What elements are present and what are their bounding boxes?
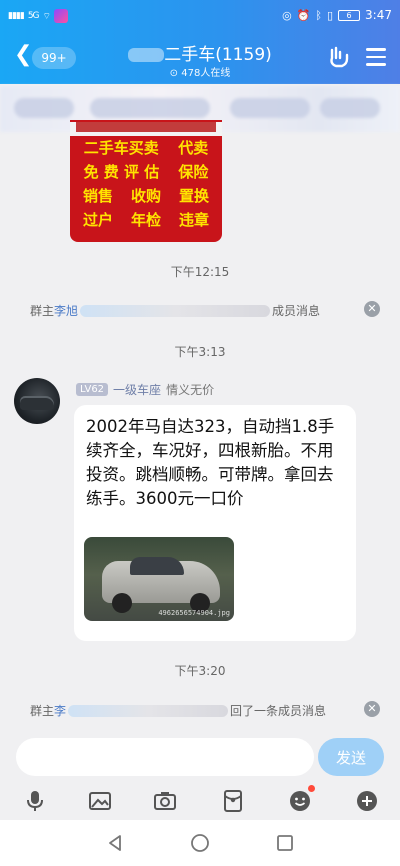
message-input[interactable]	[16, 738, 314, 776]
system-navigation-bar	[0, 820, 400, 866]
poster-text: 保险	[178, 163, 209, 181]
message-text: 2002年马自达323，自动挡1.8手续齐全，车况好，四根新胎。不用投资。跳档顺…	[86, 417, 335, 508]
poster-text: 销售	[82, 187, 113, 205]
photo-stamp: 4962656574904.jpg	[158, 609, 230, 617]
group-owner-name[interactable]: 李旭	[54, 302, 78, 319]
car-window	[130, 557, 184, 575]
wifi-icon: ⌔	[42, 11, 52, 22]
poster-text: 过户	[82, 211, 113, 229]
ad-poster-image[interactable]: 二手车买卖 代卖 免 费 评 估 保险 销售 收购 置换 过户 年检 违章	[70, 120, 222, 242]
chat-title: 二手车(1159)	[100, 40, 300, 65]
chat-title-text: 二手车(1159)	[164, 45, 272, 65]
eye-comfort-icon: ◎	[282, 8, 292, 22]
poster-text: 免 费 评 估	[83, 163, 160, 181]
battery-icon: 6	[338, 9, 361, 21]
bluetooth-icon: ᛒ	[315, 8, 322, 22]
poster-text: 代卖	[178, 139, 209, 157]
nav-recents-icon[interactable]	[274, 832, 296, 854]
sys-msg-prefix: 群主	[30, 704, 55, 718]
plus-icon[interactable]	[354, 788, 380, 814]
app-notification-icon	[53, 9, 68, 23]
poster-top-strip	[70, 122, 222, 136]
redacted-text	[80, 304, 271, 317]
poster-text: 年检	[130, 211, 161, 229]
sender-info: LV62 一级车座 情义无价	[76, 381, 214, 398]
level-badge: LV62	[76, 383, 109, 396]
vibrate-icon: ▯	[326, 8, 334, 22]
menu-icon[interactable]	[366, 48, 386, 66]
poster-text: 违章	[178, 211, 209, 229]
input-toolbar	[0, 782, 400, 820]
car-wheel	[112, 593, 132, 613]
emoji-icon[interactable]	[287, 785, 315, 814]
avatar[interactable]	[14, 378, 60, 424]
online-count: ⊙ 478人在线	[100, 64, 300, 79]
nav-home-icon[interactable]	[189, 832, 211, 854]
poster-text: 置换	[178, 187, 209, 205]
message-bubble[interactable]: 2002年马自达323，自动挡1.8手续齐全，车况好，四根新胎。不用投资。跳档顺…	[74, 405, 356, 641]
timestamp-label: 下午3:13	[174, 345, 226, 359]
timestamp-label: 下午3:20	[174, 664, 226, 678]
hand-gesture-icon[interactable]	[326, 44, 352, 70]
close-icon[interactable]: ✕	[364, 301, 380, 317]
group-owner-name[interactable]: 李	[54, 702, 66, 719]
redacted-text	[68, 704, 229, 717]
poster-text: 二手车买卖	[83, 139, 159, 157]
title-blurred-prefix	[128, 48, 165, 62]
poster-row: 二手车买卖 代卖	[70, 136, 222, 160]
nav-back-icon[interactable]	[104, 832, 126, 854]
status-bar: ▮▮▮▮ 5G ⌔ ◎ ⏰ ᛒ ▯ 6 3:47	[0, 0, 400, 32]
poster-row: 销售 收购 置换	[70, 184, 222, 208]
poster-row: 免 费 评 估 保险	[70, 160, 222, 184]
back-arrow-icon[interactable]: ❮	[14, 42, 32, 68]
network-signal-icon: ▮▮▮▮	[8, 11, 25, 21]
sys-msg-suffix: 成员消息	[272, 304, 321, 318]
member-rank: 一级车座	[113, 383, 162, 397]
app-header: ▮▮▮▮ 5G ⌔ ◎ ⏰ ᛒ ▯ 6 3:47 ❮ 99+ 二手车(1159)…	[0, 0, 400, 84]
close-icon[interactable]: ✕	[364, 701, 380, 717]
online-count-text: 478人在线	[181, 68, 231, 79]
composer: 发送	[0, 730, 400, 786]
sys-msg-prefix: 群主	[30, 304, 55, 318]
alarm-icon: ⏰	[296, 8, 311, 22]
title-bar: ❮ 99+ 二手车(1159) ⊙ 478人在线	[0, 32, 400, 84]
status-clock: 3:47	[365, 8, 392, 22]
poster-text: 收购	[130, 187, 161, 205]
red-packet-icon[interactable]	[220, 788, 246, 814]
system-message: 群主 李 回了一条成员消息 ✕	[30, 701, 380, 719]
image-icon[interactable]	[87, 788, 113, 814]
send-button[interactable]: 发送	[318, 738, 384, 776]
notification-dot	[308, 785, 315, 792]
status-right: ◎ ⏰ ᛒ ▯ 6 3:47	[282, 8, 392, 22]
network-type: 5G	[27, 11, 40, 21]
microphone-icon[interactable]	[22, 788, 48, 814]
timestamp-label: 下午12:15	[170, 265, 230, 279]
poster-row: 过户 年检 违章	[70, 208, 222, 232]
status-left: ▮▮▮▮ 5G ⌔	[8, 9, 68, 23]
unread-count-badge[interactable]: 99+	[32, 47, 76, 69]
sys-msg-suffix: 回了一条成员消息	[230, 704, 327, 718]
online-status-icon: ⊙	[169, 68, 179, 79]
car-photo[interactable]: 4962656574904.jpg	[84, 537, 234, 621]
camera-icon[interactable]	[152, 788, 178, 814]
sender-name[interactable]: 情义无价	[166, 381, 214, 398]
system-message: 群主 李旭 成员消息 ✕	[30, 301, 380, 319]
